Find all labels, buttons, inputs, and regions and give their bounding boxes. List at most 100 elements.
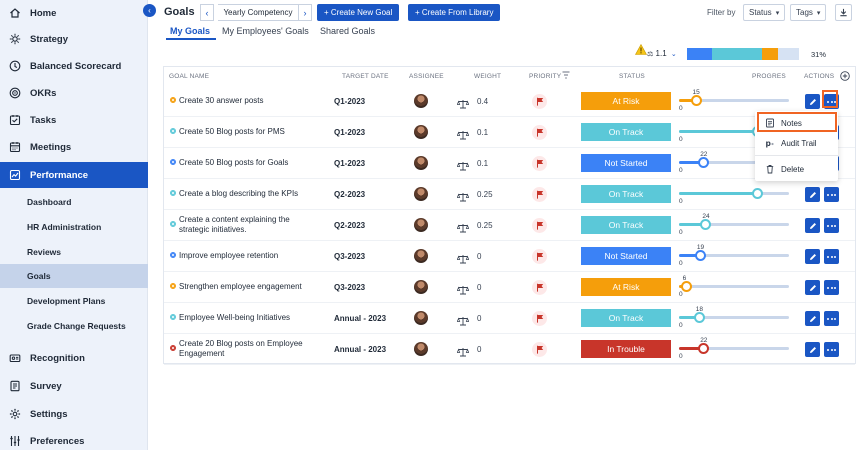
avatar[interactable] — [414, 342, 428, 356]
progress-handle[interactable] — [698, 343, 710, 354]
avatar[interactable] — [414, 311, 428, 325]
sidebar-item-home[interactable]: Home — [0, 0, 148, 26]
sidebar-subitem-reviews[interactable]: Reviews — [0, 240, 148, 264]
goal-name[interactable]: Improve employee retention — [179, 251, 319, 261]
status-badge[interactable]: Not Started — [581, 247, 671, 265]
progress-handle[interactable] — [698, 157, 710, 168]
goal-name[interactable]: Create 20 Blog posts on Employee Engagem… — [179, 339, 319, 359]
status-filter-dropdown[interactable]: Status ▾ — [743, 4, 786, 21]
status-badge[interactable]: On Track — [581, 216, 671, 234]
more-actions-button[interactable] — [824, 342, 839, 357]
collapse-sidebar-button[interactable]: ‹ — [143, 4, 156, 17]
sidebar-item-okrs[interactable]: OKRs — [0, 80, 148, 106]
priority-flag-icon[interactable] — [532, 187, 547, 202]
avatar[interactable] — [414, 156, 428, 170]
sidebar-item-strategy[interactable]: Strategy — [0, 26, 148, 52]
menu-item-delete[interactable]: Delete — [755, 159, 838, 179]
sidebar-item-meetings[interactable]: Meetings — [0, 134, 148, 160]
progress-slider[interactable] — [679, 281, 789, 292]
sidebar-subitem-dashboard[interactable]: Dashboard — [0, 190, 148, 214]
goal-name[interactable]: Employee Well-being Initiatives — [179, 313, 319, 323]
avatar[interactable] — [414, 94, 428, 108]
avatar[interactable] — [414, 187, 428, 201]
progress-handle[interactable] — [693, 312, 705, 323]
more-actions-button[interactable] — [824, 311, 839, 326]
status-badge[interactable]: At Risk — [581, 278, 671, 296]
tags-filter-dropdown[interactable]: Tags ▾ — [790, 4, 827, 21]
edit-button[interactable] — [805, 342, 820, 357]
filter-icon[interactable] — [562, 71, 570, 79]
avatar[interactable] — [414, 280, 428, 294]
menu-item-notes[interactable]: Notes — [755, 113, 838, 133]
sidebar-item-performance[interactable]: Performance — [0, 162, 148, 188]
edit-button[interactable] — [805, 218, 820, 233]
priority-flag-icon[interactable] — [532, 249, 547, 264]
sidebar-subitem-grade-change-requests[interactable]: Grade Change Requests — [0, 314, 148, 338]
sidebar-item-settings[interactable]: Settings — [0, 401, 148, 427]
edit-button[interactable] — [805, 187, 820, 202]
more-actions-button[interactable] — [824, 94, 839, 109]
sidebar-item-survey[interactable]: Survey — [0, 373, 148, 399]
column-header-progress[interactable]: PROGRESS — [752, 73, 786, 80]
overall-weighted-score[interactable]: ⚖ 1.1 ⌄ — [647, 49, 677, 58]
tab-shared-goals[interactable]: Shared Goals — [320, 26, 375, 36]
next-period-button[interactable]: › — [298, 4, 312, 21]
column-header-goal-name[interactable]: GOAL NAME — [169, 73, 209, 80]
tab-my-goals[interactable]: My Goals — [170, 26, 210, 36]
column-header-priority[interactable]: PRIORITY — [529, 73, 561, 80]
sidebar-item-tasks[interactable]: Tasks — [0, 107, 148, 133]
priority-flag-icon[interactable] — [532, 342, 547, 357]
priority-flag-icon[interactable] — [532, 94, 547, 109]
progress-slider[interactable] — [679, 343, 789, 354]
create-from-library-button[interactable]: + Create From Library — [408, 4, 501, 21]
column-header-status[interactable]: STATUS — [619, 73, 645, 80]
avatar[interactable] — [414, 249, 428, 263]
progress-handle[interactable] — [690, 95, 702, 106]
sidebar-item-recognition[interactable]: Recognition — [0, 345, 148, 371]
avatar[interactable] — [414, 125, 428, 139]
prev-period-button[interactable]: ‹ — [200, 4, 214, 21]
sidebar-item-balanced-scorecard[interactable]: Balanced Scorecard — [0, 53, 148, 79]
sidebar-subitem-development-plans[interactable]: Development Plans — [0, 289, 148, 313]
edit-button[interactable] — [805, 94, 820, 109]
priority-flag-icon[interactable] — [532, 311, 547, 326]
edit-button[interactable] — [805, 280, 820, 295]
goal-name[interactable]: Create 50 Blog posts for PMS — [179, 127, 319, 137]
goal-name[interactable]: Create 50 Blog posts for Goals — [179, 158, 319, 168]
goal-name[interactable]: Create a blog describing the KPIs — [179, 189, 319, 199]
tab-my-employees-goals[interactable]: My Employees' Goals — [222, 26, 309, 36]
priority-flag-icon[interactable] — [532, 156, 547, 171]
more-actions-button[interactable] — [824, 218, 839, 233]
column-header-target-date[interactable]: TARGET DATE — [342, 73, 389, 80]
sidebar-subitem-goals[interactable]: Goals — [0, 264, 148, 288]
more-actions-button[interactable] — [824, 249, 839, 264]
progress-slider[interactable] — [679, 312, 789, 323]
create-new-goal-button[interactable]: + Create New Goal — [317, 4, 400, 21]
progress-slider[interactable] — [679, 95, 789, 106]
priority-flag-icon[interactable] — [532, 218, 547, 233]
status-badge[interactable]: On Track — [581, 309, 671, 327]
progress-handle[interactable] — [694, 250, 706, 261]
progress-slider[interactable] — [679, 219, 789, 230]
status-badge[interactable]: At Risk — [581, 92, 671, 110]
add-column-icon[interactable] — [840, 71, 850, 81]
download-button[interactable] — [835, 4, 852, 21]
priority-flag-icon[interactable] — [532, 125, 547, 140]
more-actions-button[interactable] — [824, 187, 839, 202]
progress-handle[interactable] — [752, 188, 764, 199]
status-badge[interactable]: On Track — [581, 123, 671, 141]
status-badge[interactable]: On Track — [581, 185, 671, 203]
sidebar-item-preferences[interactable]: Preferences — [0, 428, 148, 450]
goal-name[interactable]: Create a content explaining the strategi… — [179, 215, 319, 235]
sidebar-subitem-hr-administration[interactable]: HR Administration — [0, 215, 148, 239]
competency-selector[interactable]: Yearly Competency — [218, 4, 298, 21]
avatar[interactable] — [414, 218, 428, 232]
progress-slider[interactable] — [679, 250, 789, 261]
goal-name[interactable]: Strengthen employee engagement — [179, 282, 319, 292]
menu-item-audit-trail[interactable]: p Audit Trail — [755, 133, 838, 153]
column-header-assignee[interactable]: ASSIGNEE — [409, 73, 444, 80]
progress-handle[interactable] — [700, 219, 712, 230]
more-actions-button[interactable] — [824, 280, 839, 295]
goal-name[interactable]: Create 30 answer posts — [179, 96, 319, 106]
edit-button[interactable] — [805, 311, 820, 326]
